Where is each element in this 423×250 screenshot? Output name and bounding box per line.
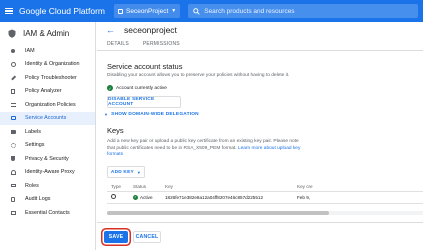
check-circle-icon: ✓	[107, 85, 113, 91]
action-footer: SAVE CANCEL	[97, 222, 423, 250]
list-icon	[10, 102, 16, 108]
column-header-type: Type	[107, 182, 129, 192]
service-account-status-heading: Service account status	[107, 62, 183, 71]
sidebar-item-labels[interactable]: Labels	[0, 125, 95, 139]
page-title: seceonproject	[124, 25, 177, 35]
roles-icon	[10, 183, 16, 189]
sidebar-item-policy-troubleshooter[interactable]: Policy Troubleshooter	[0, 71, 95, 85]
wrench-icon	[10, 75, 16, 81]
sidebar-item-roles[interactable]: Roles	[0, 179, 95, 193]
keys-heading: Keys	[107, 126, 124, 135]
sidebar-item-label: Organization Policies	[25, 101, 76, 108]
check-circle-icon: ✓	[133, 194, 138, 200]
delegation-label: SHOW DOMAIN-WIDE DELEGATION	[111, 112, 199, 117]
keys-table: Type Status Key Key cre ✓ Active 1826fe7…	[107, 182, 423, 204]
main-content: ← seceonproject DETAILS PERMISSIONS Serv…	[97, 22, 423, 250]
cancel-button[interactable]: CANCEL	[133, 231, 161, 243]
table-row[interactable]: ✓ Active 1826fe71e382e8a12a04ff8207e46c8…	[107, 191, 423, 204]
search-input[interactable]	[204, 7, 405, 15]
gear-icon	[10, 142, 16, 148]
sidebar-item-label: Identity-Aware Proxy	[25, 169, 75, 176]
sidebar-title: IAM & Admin	[23, 28, 70, 38]
scrollbar-thumb[interactable]	[107, 211, 329, 215]
disable-service-account-button[interactable]: DISABLE SERVICE ACCOUNT	[107, 96, 181, 108]
sidebar-item-organization-policies[interactable]: Organization Policies	[0, 98, 95, 112]
page-header: ← seceonproject	[97, 22, 423, 38]
sidebar-item-privacy-security[interactable]: Privacy & Security	[0, 152, 95, 166]
account-status: ✓ Account currently active	[107, 85, 167, 91]
sidebar-item-label: Labels	[25, 128, 41, 135]
chevron-down-icon: ▼	[171, 8, 177, 14]
tab-permissions[interactable]: PERMISSIONS	[143, 41, 180, 50]
back-arrow-icon[interactable]: ←	[106, 25, 115, 35]
sidebar-item-policy-analyzer[interactable]: Policy Analyzer	[0, 85, 95, 99]
keys-description: Add a new key pair or upload a public ke…	[107, 139, 307, 159]
label-icon	[10, 129, 16, 135]
tab-details[interactable]: DETAILS	[107, 41, 129, 50]
column-header-key-creation: Key cre	[293, 182, 423, 192]
add-key-button[interactable]: ADD KEY ▼	[107, 166, 145, 178]
sidebar-item-label: Service Accounts	[25, 115, 67, 122]
document-search-icon	[10, 88, 16, 94]
key-id-cell: 1826fe71e382e8a12a04ff8207e46c857d225512	[161, 191, 293, 204]
sidebar-item-label: Settings	[25, 142, 45, 149]
sidebar-nav: IAM & Admin IAM Identity & Organization …	[0, 22, 96, 250]
save-button[interactable]: SAVE	[104, 231, 128, 243]
shield-icon	[8, 29, 16, 38]
table-header-row: Type Status Key Key cre	[107, 182, 423, 192]
sidebar-header: IAM & Admin	[0, 22, 95, 44]
sidebar-item-audit-logs[interactable]: Audit Logs	[0, 193, 95, 207]
top-app-bar: Google Cloud Platform SeceonProject ▼	[0, 0, 423, 22]
sidebar-item-identity-organization[interactable]: Identity & Organization	[0, 58, 95, 72]
add-key-label: ADD KEY	[110, 169, 134, 175]
person-add-icon	[10, 48, 16, 54]
project-selector[interactable]: SeceonProject ▼	[114, 4, 181, 18]
horizontal-scrollbar[interactable]	[107, 211, 423, 215]
audit-icon	[10, 196, 16, 202]
sidebar-item-label: Policy Troubleshooter	[25, 74, 77, 81]
chevron-down-icon: ▼	[136, 169, 142, 175]
project-name: SeceonProject	[126, 7, 169, 15]
column-header-key: Key	[161, 182, 293, 192]
tab-bar: DETAILS PERMISSIONS	[97, 38, 423, 51]
project-icon	[118, 8, 123, 14]
sidebar-item-iam[interactable]: IAM	[0, 44, 95, 58]
sidebar-item-label: Identity & Organization	[25, 61, 80, 68]
search-bar[interactable]	[188, 4, 419, 18]
sidebar-item-identity-aware-proxy[interactable]: Identity-Aware Proxy	[0, 166, 95, 180]
status-text: Account currently active	[116, 85, 167, 91]
chevron-down-icon: ▼	[104, 112, 109, 117]
shield-icon	[10, 156, 16, 162]
search-icon	[193, 7, 200, 15]
sidebar-item-label: Roles	[25, 182, 39, 189]
sidebar-item-label: Essential Contacts	[25, 209, 70, 216]
app-title[interactable]: Google Cloud Platform	[19, 6, 105, 16]
column-header-status: Status	[129, 182, 161, 192]
show-domain-wide-delegation-link[interactable]: ▼ SHOW DOMAIN-WIDE DELEGATION	[104, 112, 199, 117]
sidebar-item-label: IAM	[25, 47, 35, 54]
contacts-icon	[10, 210, 16, 216]
proxy-icon	[10, 169, 16, 175]
key-type-icon	[111, 194, 116, 199]
service-account-icon	[10, 115, 16, 121]
hamburger-menu-icon[interactable]	[5, 7, 13, 15]
key-created-cell: Feb 9,	[293, 191, 423, 204]
sidebar-item-service-accounts[interactable]: Service Accounts	[0, 111, 95, 125]
sidebar-item-label: Audit Logs	[25, 196, 51, 203]
sidebar-item-essential-contacts[interactable]: Essential Contacts	[0, 206, 95, 220]
person-circle-icon	[10, 61, 16, 67]
status-description: Disabling your account allows you to pre…	[107, 73, 290, 78]
key-status-cell: ✓ Active	[129, 191, 161, 204]
sidebar-item-label: Policy Analyzer	[25, 88, 62, 95]
key-status-text: Active	[140, 194, 153, 200]
sidebar-item-label: Privacy & Security	[25, 155, 69, 162]
sidebar-item-settings[interactable]: Settings	[0, 139, 95, 153]
key-type-cell	[107, 191, 129, 204]
